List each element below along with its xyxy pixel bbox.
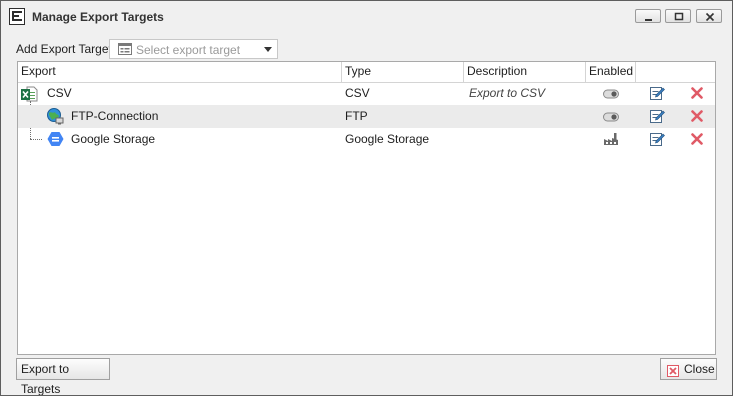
add-export-target-label: Add Export Target [16,42,112,56]
export-name: CSV [47,86,72,100]
export-targets-grid[interactable]: Export Type Description Enabled CSV CSV … [17,61,716,355]
edit-icon[interactable] [649,131,665,150]
close-button-label: Close [684,362,715,376]
table-row[interactable]: CSV CSV Export to CSV [18,82,715,105]
minimize-icon [645,19,652,21]
column-header-enabled[interactable]: Enabled [586,62,636,82]
delete-icon[interactable] [691,87,703,102]
table-row[interactable]: Google Storage Google Storage [18,128,715,151]
window-title: Manage Export Targets [32,10,164,24]
export-to-targets-button[interactable]: Export to Targets [16,358,110,395]
export-target-select[interactable]: Select export target [109,39,278,59]
maximize-icon [674,12,684,21]
close-button[interactable]: Close [660,358,717,380]
globe-network-icon [46,107,64,128]
toggle-icon[interactable] [603,111,619,125]
export-name: Google Storage [71,132,156,146]
form-list-icon [118,43,132,58]
export-type: FTP [345,109,368,123]
app-icon [9,8,25,25]
google-storage-icon [47,131,64,150]
select-placeholder: Select export target [136,43,241,57]
edit-icon[interactable] [649,108,665,127]
close-window-button[interactable] [696,9,722,23]
export-name: FTP-Connection [71,109,159,123]
chevron-down-icon[interactable] [264,47,272,52]
manage-export-targets-window: Manage Export Targets Add Export Target … [0,0,733,396]
column-header-export[interactable]: Export [18,62,342,82]
export-description: Export to CSV [469,86,546,100]
grid-header: Export Type Description Enabled [18,62,715,83]
delete-icon[interactable] [691,133,703,148]
delete-icon[interactable] [691,110,703,125]
maximize-button[interactable] [665,9,691,23]
factory-icon[interactable] [603,132,619,149]
close-icon [667,363,679,383]
title-bar[interactable]: Manage Export Targets [1,1,732,33]
edit-icon[interactable] [649,85,665,104]
column-header-type[interactable]: Type [342,62,464,82]
export-type: CSV [345,86,370,100]
export-type: Google Storage [345,132,430,146]
column-header-description[interactable]: Description [464,62,586,82]
column-header-actions [636,62,715,82]
close-icon [705,12,715,22]
toggle-icon[interactable] [603,88,619,102]
table-row[interactable]: FTP-Connection FTP [18,105,715,128]
minimize-button[interactable] [635,9,661,23]
